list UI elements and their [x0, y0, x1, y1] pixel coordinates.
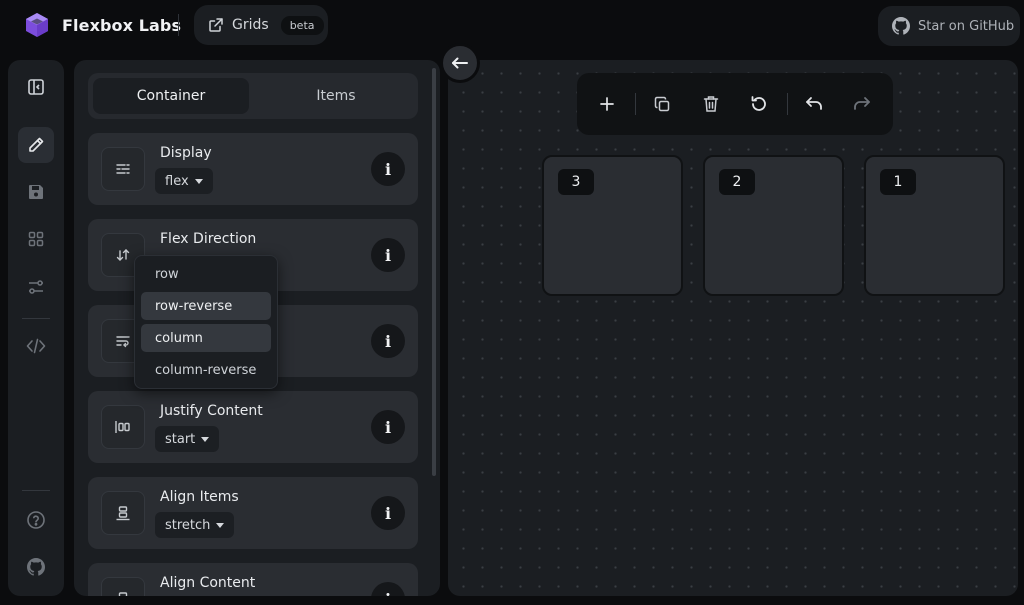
reset-icon [751, 96, 766, 111]
item-number-badge: 2 [719, 169, 755, 195]
beta-badge: beta [280, 15, 324, 35]
info-button[interactable]: i [371, 238, 405, 272]
property-align-items: Align Items stretch i [88, 477, 418, 549]
justify-icon [101, 405, 145, 449]
plus-icon [600, 97, 614, 111]
brand-divider [178, 14, 179, 36]
redo-button[interactable] [846, 88, 878, 120]
pencil-icon [29, 137, 44, 152]
option-column-reverse[interactable]: column-reverse [141, 356, 271, 384]
undo-icon [806, 97, 822, 110]
item-number-badge: 3 [558, 169, 594, 195]
display-icon [101, 147, 145, 191]
panel-tabs: Container Items [88, 73, 418, 119]
info-button[interactable]: i [371, 496, 405, 530]
info-button[interactable]: i [371, 582, 405, 596]
sidebar-rail [8, 60, 64, 596]
sidebar-item-edit[interactable] [18, 127, 54, 163]
align-items-select[interactable]: stretch [155, 512, 235, 538]
flex-item[interactable]: 2 [703, 155, 844, 296]
floppy-disk-icon [29, 185, 43, 199]
caret-down-icon [194, 178, 203, 184]
property-title: Justify Content [160, 403, 263, 419]
sidebar-item-toggle-panel[interactable] [18, 69, 54, 105]
github-icon [892, 17, 910, 35]
select-value: start [165, 431, 196, 447]
sidebar-item-layouts[interactable] [18, 221, 54, 257]
reset-button[interactable] [743, 88, 775, 120]
grids-label: Grids [232, 17, 269, 33]
sidebar-item-code[interactable] [18, 328, 54, 364]
property-title: Display [160, 145, 212, 161]
property-title: Align Items [160, 489, 239, 505]
star-on-github-button[interactable]: Star on GitHub [878, 6, 1020, 46]
brand[interactable]: Flexbox Labs [24, 12, 181, 38]
property-justify-content: Justify Content start i [88, 391, 418, 463]
arrow-left-icon [452, 57, 468, 69]
option-row[interactable]: row [141, 260, 271, 288]
property-title: Align Content [160, 575, 256, 591]
code-icon [26, 338, 46, 354]
caret-down-icon [216, 522, 225, 528]
info-button[interactable]: i [371, 152, 405, 186]
top-bar: Flexbox Labs Grids beta Star on GitHub [0, 0, 1024, 52]
help-circle-icon [27, 511, 45, 529]
grid-icon [28, 231, 44, 247]
add-item-button[interactable] [591, 88, 623, 120]
select-value: stretch [165, 517, 211, 533]
external-link-icon [209, 18, 223, 32]
sidebar-item-github[interactable] [18, 549, 54, 585]
toolbar-separator [787, 93, 788, 115]
option-row-reverse[interactable]: row-reverse [141, 292, 271, 320]
redo-icon [854, 97, 870, 110]
property-align-content: Align Content i [88, 563, 418, 596]
info-button[interactable]: i [371, 410, 405, 444]
sidebar-separator [22, 318, 50, 319]
caret-down-icon [201, 436, 210, 442]
trash-icon [703, 96, 719, 112]
tab-items[interactable]: Items [258, 78, 414, 114]
flex-direction-dropdown: row row-reverse column column-reverse [134, 255, 278, 389]
option-column[interactable]: column [141, 324, 271, 352]
sidebar-item-save[interactable] [18, 174, 54, 210]
tab-container[interactable]: Container [93, 78, 249, 114]
toolbar-separator [635, 93, 636, 115]
align-content-icon [101, 577, 145, 596]
github-icon [27, 558, 45, 576]
sidebar-separator [22, 490, 50, 491]
select-value: flex [165, 173, 189, 189]
collapse-panel-button[interactable] [440, 43, 480, 83]
property-display: Display flex i [88, 133, 418, 205]
copy-icon [654, 96, 669, 111]
delete-button[interactable] [695, 88, 727, 120]
grids-link-button[interactable]: Grids beta [194, 5, 328, 45]
display-select[interactable]: flex [155, 168, 213, 194]
undo-button[interactable] [798, 88, 830, 120]
canvas-toolbar [577, 73, 893, 135]
justify-content-select[interactable]: start [155, 426, 220, 452]
align-items-icon [101, 491, 145, 535]
sidebar-item-settings[interactable] [18, 269, 54, 305]
info-button[interactable]: i [371, 324, 405, 358]
brand-name: Flexbox Labs [62, 15, 182, 35]
duplicate-button[interactable] [646, 88, 678, 120]
sidebar-item-help[interactable] [18, 502, 54, 538]
flex-item[interactable]: 1 [864, 155, 1005, 296]
panel-left-icon [28, 79, 44, 95]
flex-item[interactable]: 3 [542, 155, 683, 296]
sliders-icon [29, 280, 43, 294]
panel-scrollbar[interactable] [432, 68, 436, 476]
item-number-badge: 1 [880, 169, 916, 195]
cube-logo-icon [26, 13, 48, 37]
property-title: Flex Direction [160, 231, 257, 247]
github-label: Star on GitHub [918, 18, 1015, 34]
canvas[interactable] [448, 60, 1018, 596]
